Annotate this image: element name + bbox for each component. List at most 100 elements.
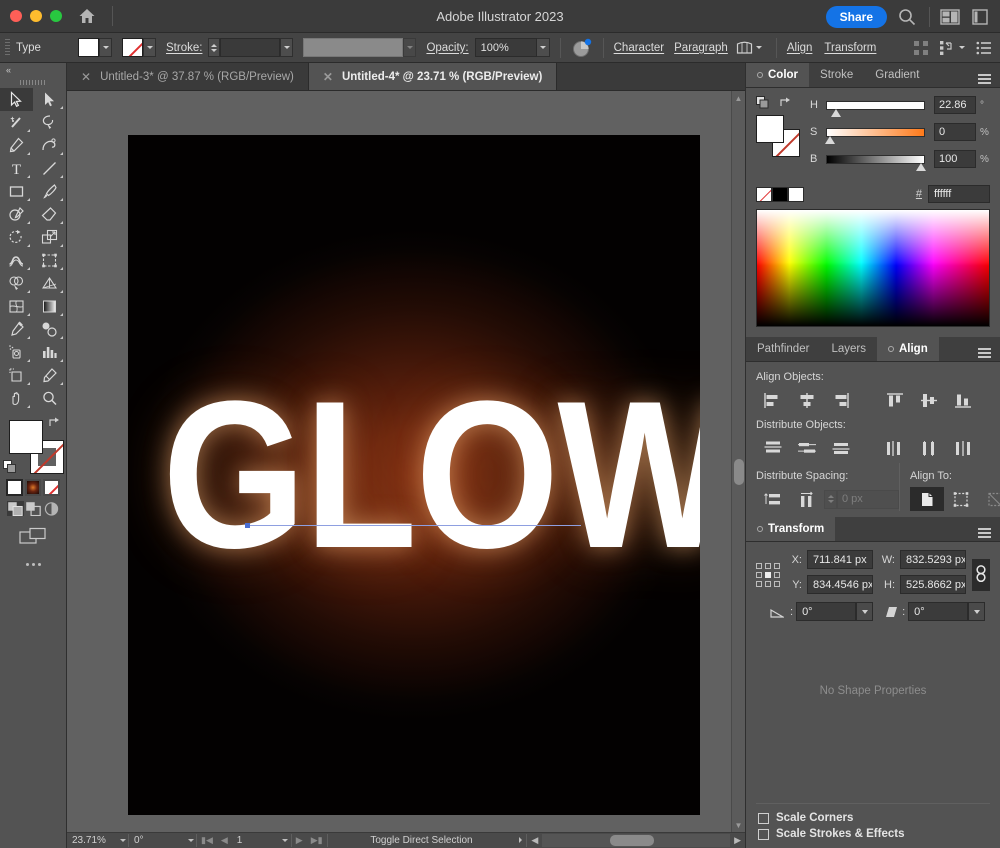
previous-artboard-button[interactable]: ◀ — [217, 835, 232, 846]
lasso-tool[interactable] — [33, 111, 66, 134]
scroll-down-arrow[interactable]: ▼ — [732, 818, 745, 832]
maximize-window-button[interactable] — [50, 10, 62, 22]
align-bottom-icon[interactable] — [946, 388, 980, 412]
toolbar-collapse-button[interactable]: « — [0, 63, 66, 77]
tab-stroke[interactable]: Stroke — [809, 63, 864, 87]
swatch-black[interactable] — [772, 186, 788, 202]
scale-corners-row[interactable]: Scale Corners — [756, 810, 990, 826]
tab-pathfinder[interactable]: Pathfinder — [746, 337, 820, 361]
horizontal-distribute-space-icon[interactable] — [790, 487, 824, 511]
hscroll-right-arrow[interactable]: ▶ — [730, 835, 745, 846]
stroke-swatch-dropdown[interactable] — [143, 38, 156, 57]
mesh-tool[interactable] — [0, 295, 33, 318]
tab-color[interactable]: Color — [746, 63, 810, 87]
change-screen-mode-icon[interactable] — [0, 527, 66, 545]
perspective-grid-tool[interactable] — [33, 272, 66, 295]
distribute-right-icon[interactable] — [946, 436, 980, 460]
fill-color-swatch[interactable] — [78, 38, 99, 57]
w-value-field[interactable]: 832.5293 px — [900, 550, 966, 569]
distribute-vertical-center-icon[interactable] — [790, 436, 824, 460]
tab-gradient[interactable]: Gradient — [864, 63, 930, 87]
gradient-tool[interactable] — [33, 295, 66, 318]
toolbar-grip[interactable] — [0, 77, 66, 88]
stroke-weight-dropdown[interactable] — [280, 38, 294, 57]
control-bar-grip[interactable] — [5, 38, 10, 57]
paragraph-panel-link[interactable]: Paragraph — [674, 42, 728, 54]
artboard-number-field[interactable]: 1 — [232, 833, 280, 848]
close-tab-icon[interactable]: ✕ — [323, 70, 333, 84]
rotate-tool[interactable] — [0, 226, 33, 249]
eyedropper-tool[interactable] — [0, 318, 33, 341]
swap-fill-stroke-icon[interactable] — [48, 416, 61, 429]
ref-point-bl[interactable] — [756, 581, 762, 587]
envelope-dropdown[interactable] — [753, 38, 766, 57]
next-artboard-button[interactable]: ▶ — [292, 835, 307, 846]
paintbrush-tool[interactable] — [33, 180, 66, 203]
draw-behind-icon[interactable] — [25, 501, 42, 516]
window-traffic-lights[interactable] — [10, 10, 62, 22]
ref-point-center[interactable] — [765, 572, 771, 578]
canvas-vertical-scrollbar[interactable]: ▲ ▼ — [731, 91, 745, 832]
width-tool[interactable] — [0, 249, 33, 272]
align-to-artboard-icon[interactable] — [944, 487, 978, 511]
rotation-field[interactable]: 0° — [129, 833, 185, 848]
rectangle-tool[interactable] — [0, 180, 33, 203]
scale-strokes-checkbox[interactable] — [758, 828, 769, 840]
align-to-selection-icon[interactable] — [910, 487, 944, 511]
angle-dropdown[interactable] — [856, 602, 874, 621]
saturation-value-field[interactable]: 0 — [934, 123, 976, 141]
selection-tool[interactable] — [0, 88, 33, 111]
edit-toolbar-icon[interactable] — [0, 563, 66, 566]
ref-point-tl[interactable] — [756, 563, 762, 569]
zoom-tool[interactable] — [33, 387, 66, 410]
saturation-slider[interactable] — [826, 127, 925, 137]
color-panel-menu-icon[interactable] — [969, 63, 1000, 87]
ref-point-bc[interactable] — [765, 581, 771, 587]
artboard-dropdown[interactable] — [280, 839, 291, 842]
blend-tool[interactable] — [33, 318, 66, 341]
pen-tool[interactable] — [0, 134, 33, 157]
share-button[interactable]: Share — [825, 5, 887, 28]
align-panel-link[interactable]: Align — [787, 42, 813, 54]
opacity-field[interactable]: 100% — [474, 38, 537, 57]
hex-value-field[interactable]: ffffff — [928, 185, 990, 203]
hand-tool[interactable] — [0, 387, 33, 410]
align-right-icon[interactable] — [824, 388, 858, 412]
tab-align[interactable]: Align — [876, 337, 939, 361]
fill-swatch-dropdown[interactable] — [99, 38, 112, 57]
distribute-left-icon[interactable] — [878, 436, 912, 460]
reference-point-selector[interactable] — [756, 563, 780, 587]
color-mode-icon[interactable] — [756, 96, 769, 109]
scale-corners-checkbox[interactable] — [758, 812, 769, 824]
x-value-field[interactable]: 711.841 px — [807, 550, 873, 569]
vertical-scroll-thumb[interactable] — [734, 459, 744, 485]
panel-layout-icon[interactable] — [970, 7, 990, 27]
artwork-glow-text[interactable]: GLOW — [162, 370, 700, 580]
brightness-value-field[interactable]: 100 — [934, 150, 976, 168]
stroke-weight-field[interactable] — [220, 38, 281, 57]
rotation-dropdown[interactable] — [185, 839, 196, 842]
slice-tool[interactable] — [33, 364, 66, 387]
document-tab-untitled-4[interactable]: ✕ Untitled-4* @ 23.71 % (RGB/Preview) — [308, 63, 558, 90]
ref-point-tc[interactable] — [765, 563, 771, 569]
color-swatch-white[interactable] — [6, 479, 23, 496]
arrange-dropdown[interactable] — [955, 38, 968, 57]
first-artboard-button[interactable]: ▮◀ — [197, 835, 217, 846]
search-icon[interactable] — [897, 7, 917, 27]
vertical-distribute-space-icon[interactable] — [756, 487, 790, 511]
ref-point-mr[interactable] — [774, 572, 780, 578]
column-graph-tool[interactable] — [33, 341, 66, 364]
draw-normal-icon[interactable] — [7, 501, 24, 516]
align-panel-menu-icon[interactable] — [969, 337, 1000, 361]
none-swatch[interactable] — [43, 479, 61, 496]
ref-point-tr[interactable] — [774, 563, 780, 569]
line-segment-tool[interactable] — [33, 157, 66, 180]
saturation-slider-knob[interactable] — [825, 136, 835, 144]
link-wh-icon[interactable] — [972, 559, 990, 591]
scroll-up-arrow[interactable]: ▲ — [732, 91, 745, 105]
type-tool[interactable]: T — [0, 157, 33, 180]
shear-value-field[interactable]: 0° — [908, 602, 969, 621]
minimize-window-button[interactable] — [30, 10, 42, 22]
transform-panel-menu-icon[interactable] — [969, 517, 1000, 541]
zoom-level-field[interactable]: 23.71% — [67, 833, 117, 848]
